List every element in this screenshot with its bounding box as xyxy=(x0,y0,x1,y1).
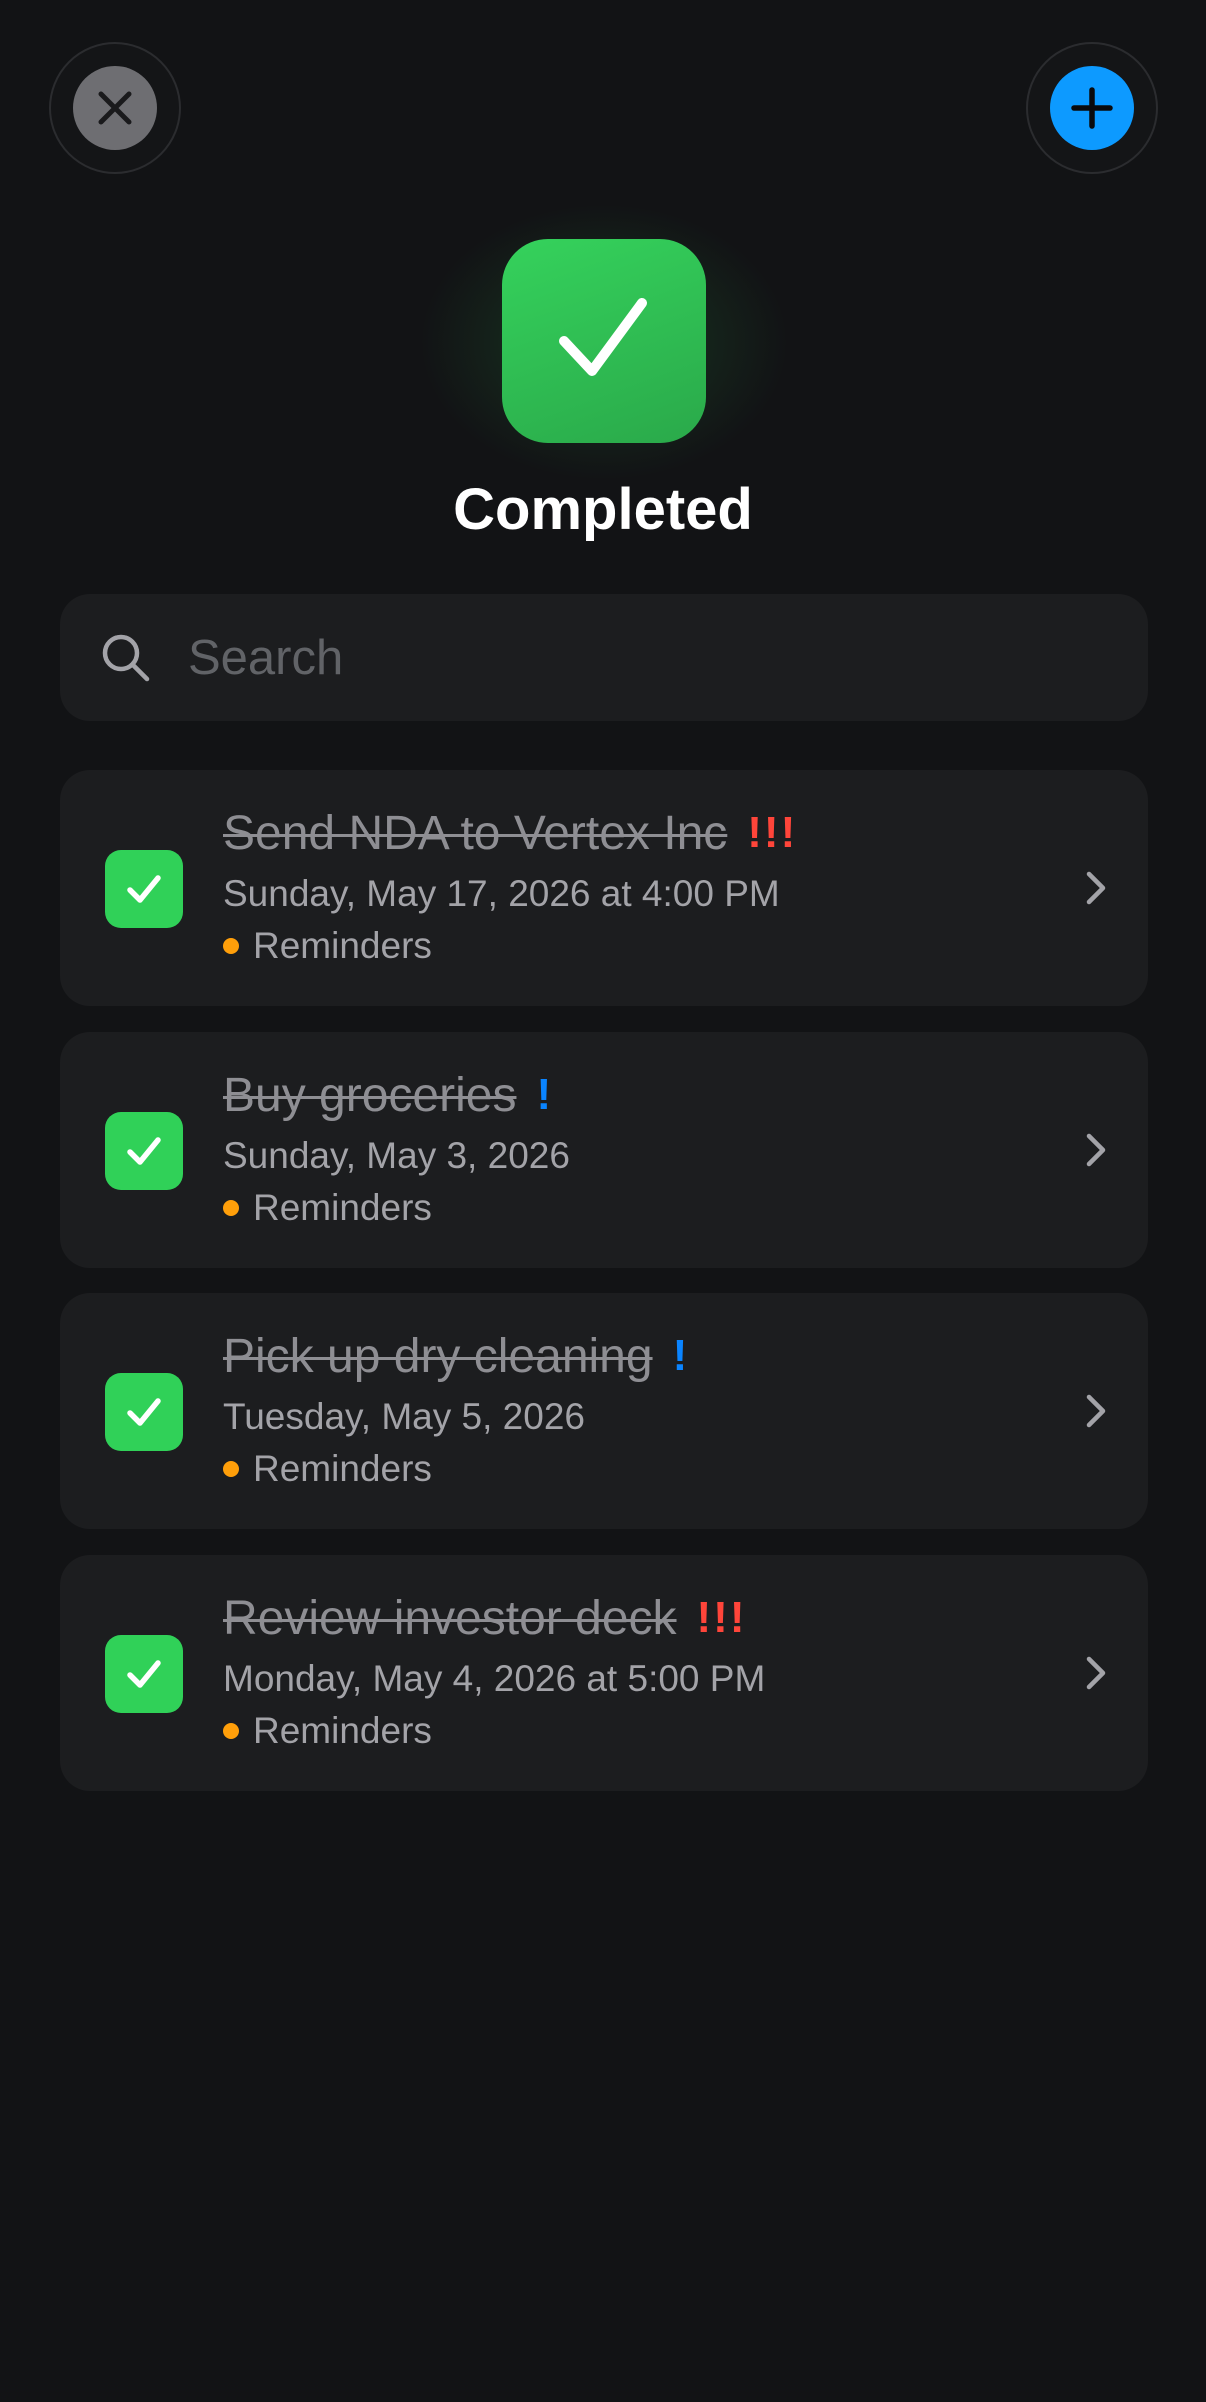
search-input[interactable] xyxy=(188,594,1088,721)
completed-checkbox[interactable] xyxy=(105,850,183,928)
search-icon xyxy=(102,634,150,682)
search-bar[interactable] xyxy=(60,594,1148,721)
chevron-right-icon[interactable] xyxy=(1073,866,1117,910)
reminder-row[interactable]: Review investor deck !!! Monday, May 4, … xyxy=(60,1555,1148,1791)
add-button-circle xyxy=(1050,66,1134,150)
add-reminder-button[interactable] xyxy=(1026,42,1158,174)
reminder-list-name: Reminders xyxy=(253,1710,432,1751)
priority-indicator: ! xyxy=(672,1331,690,1380)
reminder-date: Monday, May 4, 2026 at 5:00 PM xyxy=(223,1658,766,1699)
list-color-dot xyxy=(223,1723,239,1739)
reminder-row[interactable]: Send NDA to Vertex Inc !!! Sunday, May 1… xyxy=(60,770,1148,1006)
completed-list-icon xyxy=(502,239,706,443)
list-color-dot xyxy=(223,1200,239,1216)
plus-icon xyxy=(1071,87,1113,129)
chevron-right-icon[interactable] xyxy=(1073,1128,1117,1172)
reminder-text: Send NDA to Vertex Inc !!! Sunday, May 1… xyxy=(223,802,1043,970)
chevron-right-icon[interactable] xyxy=(1073,1651,1117,1695)
reminder-text: Buy groceries ! Sunday, May 3, 2026 Remi… xyxy=(223,1064,1043,1232)
reminder-row[interactable]: Pick up dry cleaning ! Tuesday, May 5, 2… xyxy=(60,1293,1148,1529)
reminder-title: Send NDA to Vertex Inc xyxy=(223,806,728,860)
reminder-title: Review investor deck xyxy=(223,1591,677,1645)
chevron-right-icon[interactable] xyxy=(1073,1389,1117,1433)
xmark-icon xyxy=(98,91,132,125)
reminder-date: Tuesday, May 5, 2026 xyxy=(223,1396,585,1437)
checkmark-icon xyxy=(127,1660,161,1688)
priority-indicator: ! xyxy=(536,1070,554,1119)
close-button[interactable] xyxy=(49,42,181,174)
completed-screen: Completed Send NDA to Vertex Inc !!! Sun… xyxy=(0,0,1206,2402)
reminder-text: Review investor deck !!! Monday, May 4, … xyxy=(223,1587,1043,1755)
checkmark-icon xyxy=(127,1398,161,1426)
priority-indicator: !!! xyxy=(696,1593,747,1642)
checkmark-icon xyxy=(559,298,647,376)
list-color-dot xyxy=(223,938,239,954)
reminder-date: Sunday, May 3, 2026 xyxy=(223,1135,570,1176)
close-button-circle xyxy=(73,66,157,150)
checkmark-icon xyxy=(127,1137,161,1165)
reminder-list-name: Reminders xyxy=(253,1187,432,1228)
reminder-list-name: Reminders xyxy=(253,925,432,966)
completed-checkbox[interactable] xyxy=(105,1112,183,1190)
reminder-row[interactable]: Buy groceries ! Sunday, May 3, 2026 Remi… xyxy=(60,1032,1148,1268)
list-color-dot xyxy=(223,1461,239,1477)
reminder-text: Pick up dry cleaning ! Tuesday, May 5, 2… xyxy=(223,1325,1043,1493)
reminder-list-name: Reminders xyxy=(253,1448,432,1489)
page-title: Completed xyxy=(453,477,753,542)
checkmark-icon xyxy=(127,875,161,903)
priority-indicator: !!! xyxy=(747,808,798,857)
completed-checkbox[interactable] xyxy=(105,1635,183,1713)
reminder-date: Sunday, May 17, 2026 at 4:00 PM xyxy=(223,873,780,914)
completed-checkbox[interactable] xyxy=(105,1373,183,1451)
reminder-title: Buy groceries xyxy=(223,1068,517,1122)
reminder-title: Pick up dry cleaning xyxy=(223,1329,653,1383)
